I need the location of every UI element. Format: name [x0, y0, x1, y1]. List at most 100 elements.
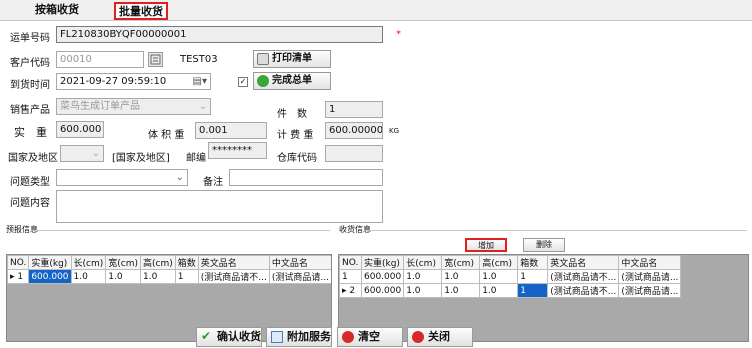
column-header[interactable]: NO.: [7, 255, 30, 270]
waybill-input[interactable]: FL210830BYQF00000001: [56, 26, 383, 43]
confirm-receive-label: 确认收货: [217, 330, 261, 343]
cell-weight[interactable]: 600.000: [360, 283, 405, 298]
cell-width[interactable]: 1.0: [441, 283, 481, 298]
print-list-label: 打印清单: [272, 53, 312, 64]
customer-search-icon[interactable]: [148, 52, 163, 67]
column-header[interactable]: 英文品名: [197, 255, 270, 270]
cell-boxes[interactable]: 1: [174, 269, 199, 284]
issue-content-textarea[interactable]: [56, 190, 383, 223]
receive-form-panel: 运单号码 FL210830BYQF00000001 * 客户代码 00010 T…: [0, 20, 752, 348]
arrival-datetime-input[interactable]: 2021-09-27 09:59:10 ▤▾: [56, 73, 211, 90]
required-mark: *: [396, 29, 401, 40]
column-header[interactable]: 实重(kg): [28, 255, 72, 270]
issue-type-dropdown-icon[interactable]: ⌄: [176, 170, 184, 185]
product-select[interactable]: 菜鸟生成订单产品 ⌄: [56, 98, 211, 115]
cell-weight[interactable]: 600.000: [360, 269, 405, 284]
clear-button[interactable]: 清空: [337, 327, 403, 347]
column-header[interactable]: 宽(cm): [105, 255, 142, 270]
add-row-button[interactable]: 增加: [465, 238, 507, 252]
prediction-header-row: NO. 实重(kg) 长(cm) 宽(cm) 高(cm) 箱数 英文品名 中文品名: [7, 255, 331, 270]
cell-boxes[interactable]: 1: [517, 283, 549, 298]
product-label: 销售产品: [10, 105, 50, 116]
column-header[interactable]: NO.: [339, 255, 362, 270]
prediction-group-line: [34, 230, 330, 231]
issue-type-label: 问题类型: [10, 177, 50, 188]
volume-weight-input[interactable]: 0.001: [195, 122, 267, 139]
column-header[interactable]: 长(cm): [403, 255, 443, 270]
row-number-cell: 1: [339, 269, 362, 284]
column-header[interactable]: 英文品名: [547, 255, 620, 270]
calendar-dropdown-icon[interactable]: ▤▾: [193, 74, 207, 89]
complete-order-label: 完成总单: [272, 75, 312, 86]
close-button[interactable]: 关闭: [407, 327, 473, 347]
column-header[interactable]: 中文品名: [618, 255, 682, 270]
cell-length[interactable]: 1.0: [403, 283, 443, 298]
cell-width[interactable]: 1.0: [441, 269, 481, 284]
cell-en_name[interactable]: (测试商品请不...: [197, 269, 270, 284]
column-header[interactable]: 实重(kg): [360, 255, 405, 270]
arrival-datetime-value: 2021-09-27 09:59:10: [60, 76, 167, 87]
remark-input[interactable]: [229, 169, 383, 186]
tab-box-receive[interactable]: 按箱收货: [12, 2, 102, 20]
clear-icon: [342, 331, 354, 343]
print-list-button[interactable]: 打印清单: [253, 50, 331, 68]
addon-service-label: 附加服务: [287, 330, 331, 343]
pieces-label: 件 数: [277, 109, 307, 120]
customer-label: 客户代码: [10, 58, 50, 69]
row-number-cell: ▸ 2: [339, 283, 362, 298]
customer-code-input[interactable]: 00010: [56, 51, 144, 68]
product-dropdown-icon[interactable]: ⌄: [199, 99, 207, 114]
cell-en_name[interactable]: (测试商品请不...: [547, 283, 620, 298]
check-circle-icon: [257, 75, 269, 87]
warehouse-input[interactable]: [325, 145, 383, 162]
cell-height[interactable]: 1.0: [479, 283, 519, 298]
column-header[interactable]: 宽(cm): [441, 255, 481, 270]
warehouse-label: 仓库代码: [277, 153, 317, 164]
complete-order-button[interactable]: 完成总单: [253, 72, 331, 90]
addon-service-button[interactable]: 附加服务: [266, 327, 332, 347]
charge-weight-input[interactable]: 600.000000: [325, 122, 383, 139]
column-header[interactable]: 高(cm): [479, 255, 519, 270]
weight-input[interactable]: 600.000: [56, 121, 104, 138]
delete-row-button[interactable]: 删除: [523, 238, 565, 252]
table-row[interactable]: ▸ 1 600.000 1.0 1.0 1.0 1 (测试商品请不... (测试商品请...: [7, 269, 331, 284]
confirm-receive-button[interactable]: ✔ 确认收货: [196, 327, 262, 347]
cell-en_name[interactable]: (测试商品请不...: [547, 269, 620, 284]
cell-cn_name[interactable]: (测试商品请...: [268, 269, 331, 284]
cell-weight[interactable]: 600.000: [28, 269, 72, 284]
country-select[interactable]: ⌄: [60, 145, 104, 162]
column-header[interactable]: 箱数: [174, 255, 199, 270]
prediction-table: NO. 实重(kg) 长(cm) 宽(cm) 高(cm) 箱数 英文品名 中文品名 ▸ 1 60…: [7, 255, 331, 284]
arrival-label: 到货时间: [10, 80, 50, 91]
close-label: 关闭: [428, 330, 450, 343]
cell-height[interactable]: 1.0: [479, 269, 519, 284]
column-header[interactable]: 箱数: [517, 255, 549, 270]
table-row[interactable]: ▸ 2 600.000 1.0 1.0 1.0 1 (测试商品请不... (测试商品请...: [339, 283, 682, 298]
cell-boxes[interactable]: 1: [517, 269, 549, 284]
pieces-input[interactable]: 1: [325, 101, 383, 118]
table-row[interactable]: 1 600.000 1.0 1.0 1.0 1 (测试商品请不... (测试商品请...: [339, 269, 682, 284]
product-value: 菜鸟生成订单产品: [60, 101, 140, 112]
postcode-input[interactable]: ********: [208, 142, 267, 159]
checkmark-icon: ✔: [201, 329, 212, 343]
complete-checkbox[interactable]: ✓: [238, 77, 248, 87]
cell-length[interactable]: 1.0: [403, 269, 443, 284]
cell-length[interactable]: 1.0: [70, 269, 107, 284]
tab-batch-receive[interactable]: 批量收货: [114, 2, 168, 20]
issue-type-select[interactable]: ⌄: [56, 169, 188, 186]
column-header[interactable]: 中文品名: [268, 255, 331, 270]
cell-height[interactable]: 1.0: [140, 269, 176, 284]
cell-cn_name[interactable]: (测试商品请...: [618, 269, 682, 284]
charge-weight-label: 计 费 重: [277, 130, 314, 141]
country-dropdown-icon[interactable]: ⌄: [92, 146, 100, 161]
column-header[interactable]: 高(cm): [140, 255, 176, 270]
cell-width[interactable]: 1.0: [105, 269, 142, 284]
receiving-header-row: NO. 实重(kg) 长(cm) 宽(cm) 高(cm) 箱数 英文品名 中文品名: [339, 255, 682, 270]
row-number-cell: ▸ 1: [7, 269, 30, 284]
country-label: 国家及地区: [8, 153, 58, 164]
postcode-label: 邮编: [186, 153, 206, 164]
waybill-label: 运单号码: [10, 33, 50, 44]
cell-cn_name[interactable]: (测试商品请...: [618, 283, 682, 298]
close-icon: [412, 331, 424, 343]
column-header[interactable]: 长(cm): [70, 255, 107, 270]
